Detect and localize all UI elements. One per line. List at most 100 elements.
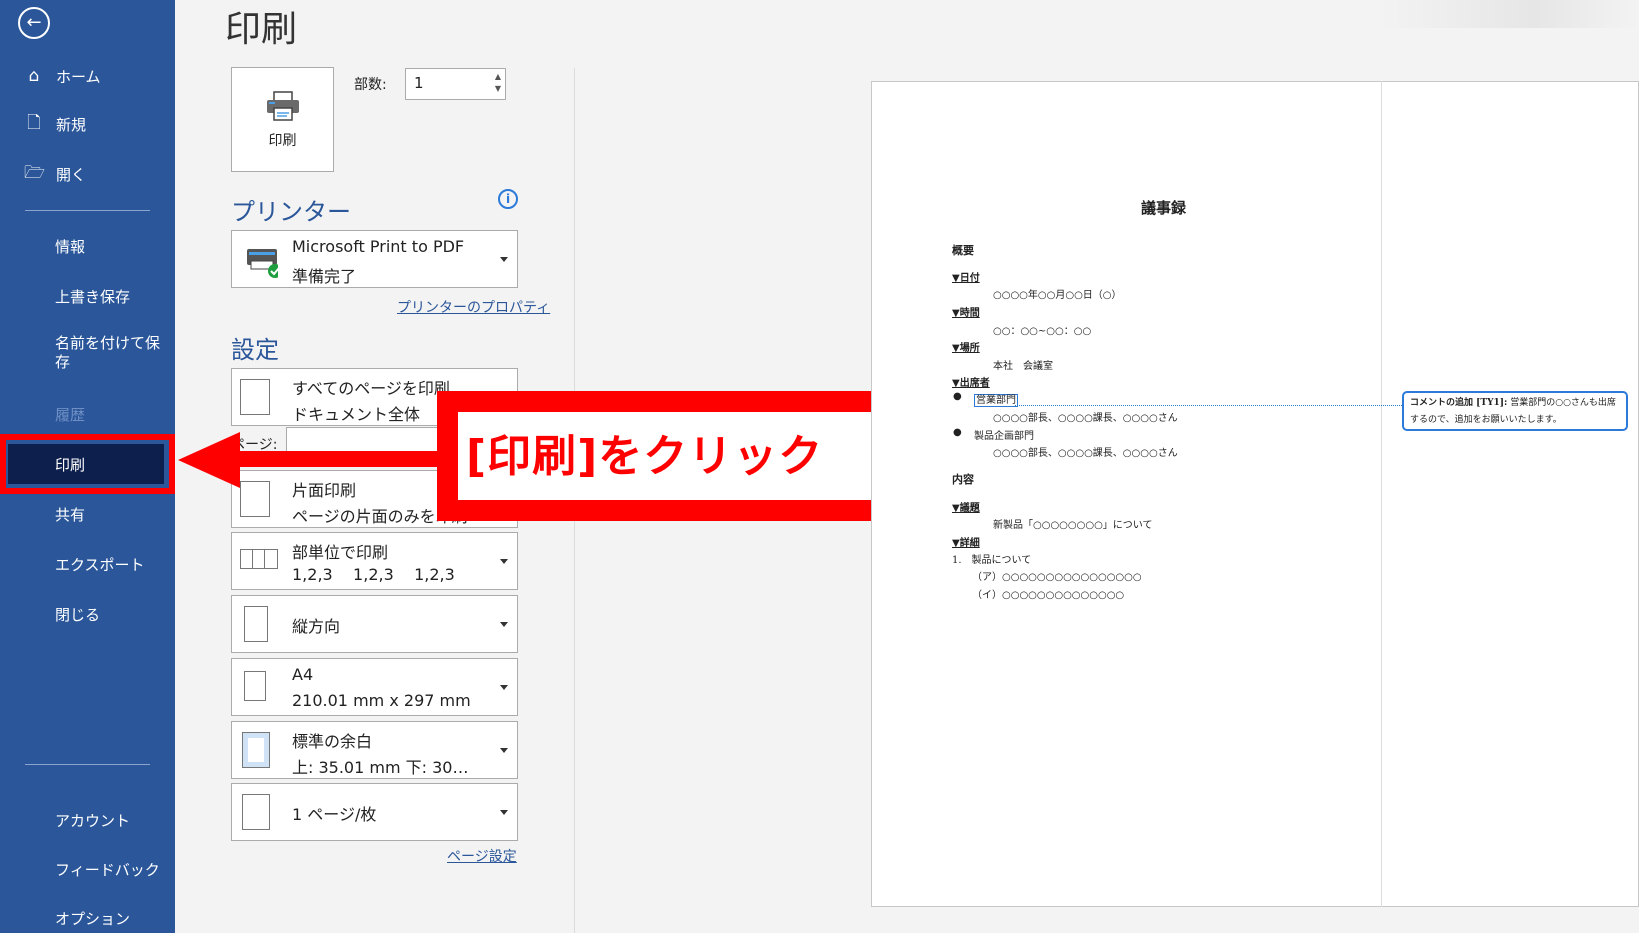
printer-icon (266, 90, 299, 121)
sidebar-item-save[interactable]: 上書き保存 (0, 276, 175, 316)
setting-sublabel: 1,2,3 1,2,3 1,2,3 (292, 565, 455, 584)
portrait-icon (244, 606, 268, 642)
sidebar-item-share[interactable]: 共有 (0, 494, 175, 534)
settings-heading: 設定 (231, 336, 279, 364)
home-icon: ⌂ (28, 66, 40, 86)
doc-time-value: ○○：○○~○○：○○ (993, 326, 1092, 337)
printer-heading: プリンター (231, 198, 351, 226)
sidebar-item-new[interactable]: 🗋 新規 (0, 104, 175, 144)
print-highlight-frame (0, 434, 175, 494)
collate-icon (240, 543, 278, 579)
doc-detail-1: 1. 製品について (952, 555, 1032, 566)
sidebar-item-account[interactable]: アカウント (0, 800, 175, 840)
margins-icon (242, 732, 270, 768)
printer-dropdown[interactable]: Microsoft Print to PDF 準備完了 (231, 230, 518, 288)
doc-detail-b: （イ）○○○○○○○○○○○○○○ (972, 590, 1125, 601)
pages-per-sheet-icon (242, 794, 270, 830)
setting-label: すべてのページを印刷 (292, 379, 450, 398)
pages-per-sheet-dropdown[interactable]: 1 ページ/枚 (231, 783, 518, 841)
setting-sublabel: 上: 35.01 mm 下: 30… (292, 758, 469, 777)
doc-time-label: ▼時間 (952, 308, 980, 319)
arrow-left-icon: ← (26, 12, 42, 33)
info-icon[interactable]: i (498, 189, 518, 209)
save-as-label-line2: 存 (55, 353, 71, 371)
doc-date-value: ○○○○年○○月○○日（○） (993, 290, 1122, 301)
doc-dept1-members: ○○○○部長、○○○○課長、○○○○さん (993, 413, 1178, 424)
chevron-down-icon (500, 559, 508, 564)
sidebar-divider (25, 210, 150, 211)
doc-detail-label: ▼詳細 (952, 538, 980, 549)
printer-ready-icon (247, 249, 278, 278)
sidebar-item-label: オプション (55, 909, 131, 928)
sidebar-item-feedback[interactable]: フィードバック (0, 849, 175, 889)
setting-label: 縦方向 (292, 617, 341, 636)
setting-sublabel: 210.01 mm x 297 mm (292, 691, 471, 710)
comment-balloon: コメントの追加 [TY1]: 営業部門の○○さんも出席するので、追加をお願いいた… (1402, 391, 1628, 431)
save-as-label-line1: 名前を付けて保 (55, 334, 161, 352)
sidebar-item-home[interactable]: ⌂ ホーム (0, 56, 175, 96)
doc-detail-a: （ア）○○○○○○○○○○○○○○○○ (972, 572, 1142, 583)
sidebar-item-label: 閉じる (55, 605, 101, 624)
sidebar-item-label: 共有 (55, 505, 86, 524)
sidebar-item-info[interactable]: 情報 (0, 226, 175, 266)
sidebar-item-save-as[interactable]: 名前を付けて保 存 (0, 334, 175, 386)
print-preview-page (871, 81, 1639, 907)
title-decoration (1379, 0, 1639, 28)
orientation-dropdown[interactable]: 縦方向 (231, 595, 518, 653)
sidebar-item-label: 履歴 (55, 405, 86, 424)
sidebar-item-label: 開く (56, 165, 87, 184)
sidebar-item-label: エクスポート (55, 555, 145, 574)
doc-place-value: 本社 会議室 (993, 361, 1053, 372)
paper-size-dropdown[interactable]: A4 210.01 mm x 297 mm (231, 658, 518, 716)
callout-arrow-head (178, 432, 240, 488)
chevron-down-icon (500, 257, 508, 262)
page-setup-link[interactable]: ページ設定 (447, 846, 517, 866)
markup-pane-divider (1381, 81, 1382, 907)
sidebar-item-label: 上書き保存 (55, 287, 131, 306)
margins-dropdown[interactable]: 標準の余白 上: 35.01 mm 下: 30… (231, 721, 518, 779)
callout-text: [印刷]をクリック (466, 431, 824, 482)
doc-attendees-label: ▼出席者 (952, 378, 990, 389)
sidebar-item-options[interactable]: オプション (0, 898, 175, 933)
sidebar-item-label: ホーム (56, 67, 101, 86)
setting-sublabel: ドキュメント全体 (292, 405, 421, 424)
print-button-label: 印刷 (268, 132, 297, 149)
bullet-icon: ● (953, 427, 962, 438)
sidebar-item-history: 履歴 (0, 394, 175, 434)
doc-dept1: 営業部門 (974, 391, 1018, 407)
sidebar-divider (25, 764, 150, 765)
sidebar-item-label: 新規 (56, 115, 87, 134)
sidebar-item-close[interactable]: 閉じる (0, 594, 175, 634)
printer-properties-link[interactable]: プリンターのプロパティ (397, 297, 550, 317)
sidebar-item-open[interactable]: 🗁 開く (0, 154, 175, 194)
bullet-icon: ● (953, 391, 962, 402)
back-button[interactable]: ← (18, 7, 50, 39)
chevron-down-icon (500, 810, 508, 815)
callout-arrow-shaft (234, 451, 444, 467)
copies-spinner[interactable]: ▲ ▼ (495, 71, 501, 95)
collation-dropdown[interactable]: 部単位で印刷 1,2,3 1,2,3 1,2,3 (231, 532, 518, 590)
sidebar-item-export[interactable]: エクスポート (0, 544, 175, 584)
copies-input[interactable]: 1 ▲ ▼ (405, 68, 506, 100)
sidebar-item-label: 情報 (55, 237, 86, 256)
page-title: 印刷 (225, 9, 298, 50)
doc-heading-overview: 概要 (952, 244, 974, 257)
doc-title: 議事録 (1141, 199, 1187, 217)
setting-label: 部単位で印刷 (292, 543, 389, 562)
copies-label: 部数: (354, 77, 387, 93)
doc-dept1-text: 営業部門 (974, 394, 1018, 407)
sidebar-item-label: 名前を付けて保 存 (0, 334, 160, 372)
doc-date-label: ▼日付 (952, 273, 980, 284)
print-button[interactable]: 印刷 (231, 67, 334, 172)
doc-dept2-members: ○○○○部長、○○○○課長、○○○○さん (993, 448, 1178, 459)
sidebar-item-label: フィードバック (55, 860, 160, 879)
single-side-icon (240, 481, 270, 517)
setting-label: 片面印刷 (292, 481, 357, 500)
doc-dept2: 製品企画部門 (974, 431, 1034, 442)
doc-agenda-value: 新製品「○○○○○○○○」について (993, 520, 1153, 531)
sidebar-item-label: アカウント (55, 811, 131, 830)
open-folder-icon: 🗁 (24, 162, 46, 183)
new-document-icon: 🗋 (27, 112, 41, 133)
chevron-down-icon (500, 685, 508, 690)
setting-label: 標準の余白 (292, 732, 373, 751)
